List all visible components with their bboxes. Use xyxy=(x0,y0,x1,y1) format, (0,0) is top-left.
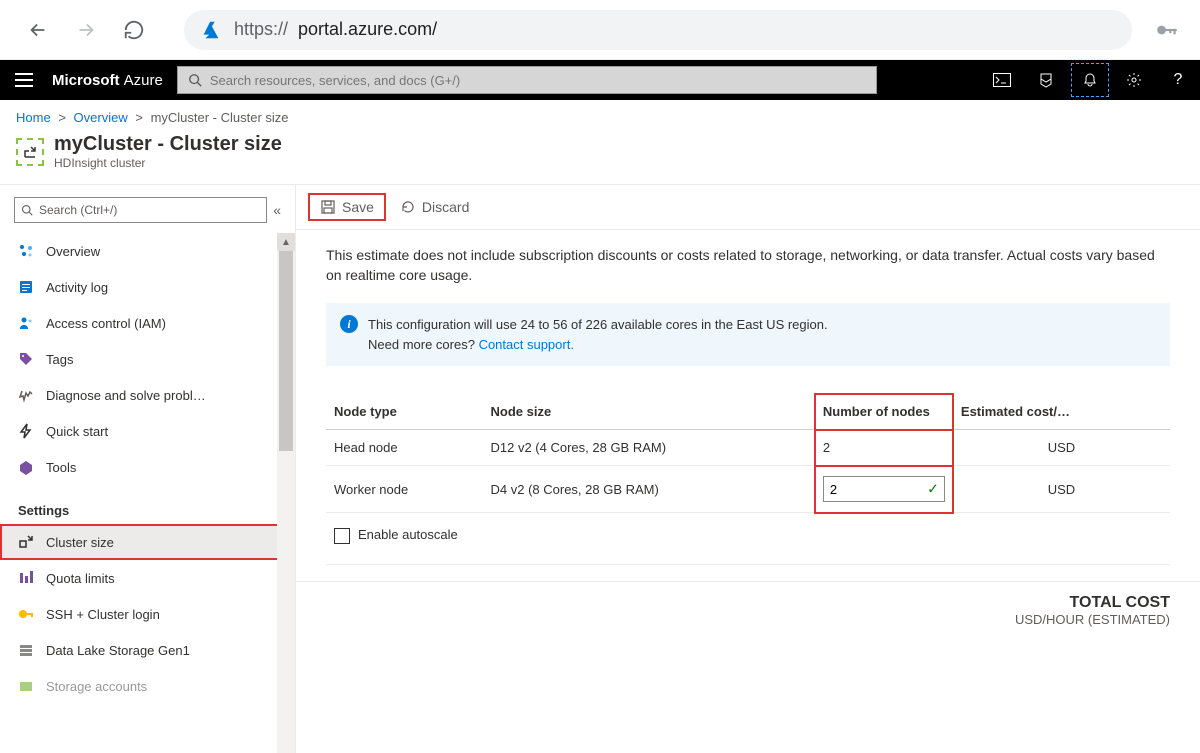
sidebar-item-quota[interactable]: Quota limits xyxy=(0,560,295,596)
checkbox-icon xyxy=(334,528,350,544)
info-line1: This configuration will use 24 to 56 of … xyxy=(368,317,828,332)
quickstart-icon xyxy=(18,423,36,439)
tags-icon xyxy=(18,351,36,367)
disclaimer-text: This estimate does not include subscript… xyxy=(326,246,1170,285)
directory-icon[interactable] xyxy=(1024,60,1068,100)
cell-nodes: 2 xyxy=(815,430,953,466)
table-row: Head node D12 v2 (4 Cores, 28 GB RAM) 2 … xyxy=(326,430,1170,466)
tools-icon xyxy=(18,459,36,475)
sidebar-item-iam[interactable]: Access control (IAM) xyxy=(0,305,295,341)
table-row: Worker node D4 v2 (8 Cores, 28 GB RAM) ✓… xyxy=(326,466,1170,513)
browser-chrome: https:// portal.azure.com/ xyxy=(0,0,1200,60)
th-node-type: Node type xyxy=(326,394,483,430)
azure-topbar: Microsoft Azure ? xyxy=(0,60,1200,100)
sidebar-item-ssh[interactable]: SSH + Cluster login xyxy=(0,596,295,632)
reload-button[interactable] xyxy=(116,12,152,48)
th-node-size: Node size xyxy=(483,394,815,430)
datalake-icon xyxy=(18,642,36,658)
help-icon[interactable]: ? xyxy=(1156,60,1200,100)
cell-node-type: Worker node xyxy=(326,466,483,513)
collapse-sidebar[interactable]: « xyxy=(273,202,281,218)
brand: Microsoft Azure xyxy=(48,72,177,89)
info-icon: i xyxy=(340,315,358,333)
cell-cost: USD xyxy=(953,466,1170,513)
back-button[interactable] xyxy=(20,12,56,48)
cell-node-size: D4 v2 (8 Cores, 28 GB RAM) xyxy=(483,466,815,513)
clustersize-icon xyxy=(18,534,36,550)
node-table: Node type Node size Number of nodes Esti… xyxy=(326,394,1170,565)
sidebar-item-quickstart[interactable]: Quick start xyxy=(0,413,295,449)
save-button[interactable]: Save xyxy=(310,195,384,219)
url-bar[interactable]: https:// portal.azure.com/ xyxy=(184,10,1132,50)
forward-button[interactable] xyxy=(68,12,104,48)
total-cost: TOTAL COST USD/HOUR (ESTIMATED) xyxy=(296,581,1200,639)
sidebar-search-placeholder: Search (Ctrl+/) xyxy=(39,203,117,217)
autoscale-row: Enable autoscale xyxy=(326,513,1170,565)
scroll-thumb[interactable] xyxy=(279,251,293,451)
total-cost-label: TOTAL COST xyxy=(326,594,1170,612)
check-icon: ✓ xyxy=(927,481,939,498)
th-number-of-nodes: Number of nodes xyxy=(815,394,953,430)
url-scheme: https:// xyxy=(234,19,288,40)
cell-nodes-editable: ✓ xyxy=(815,466,953,513)
menu-button[interactable] xyxy=(0,60,48,100)
sidebar-item-storage[interactable]: Storage accounts xyxy=(0,668,295,704)
topbar-search[interactable] xyxy=(177,66,877,94)
sidebar-item-activitylog[interactable]: Activity log xyxy=(0,269,295,305)
sidebar-search[interactable]: Search (Ctrl+/) xyxy=(14,197,267,223)
cloud-shell-icon[interactable] xyxy=(980,60,1024,100)
page-subtitle: HDInsight cluster xyxy=(54,156,282,170)
total-cost-sub: USD/HOUR (ESTIMATED) xyxy=(326,612,1170,627)
cluster-size-icon xyxy=(16,138,44,166)
breadcrumb-home[interactable]: Home xyxy=(16,110,51,125)
sidebar-item-cluster-size[interactable]: Cluster size xyxy=(0,524,295,560)
info-line2-prefix: Need more cores? xyxy=(368,337,479,352)
ssh-icon xyxy=(18,606,36,622)
settings-icon[interactable] xyxy=(1112,60,1156,100)
discard-button[interactable]: Discard xyxy=(390,195,479,219)
th-estimated-cost: Estimated cost/… xyxy=(953,394,1170,430)
sidebar-scrollbar[interactable]: ▲ xyxy=(277,233,295,753)
topbar-search-input[interactable] xyxy=(210,73,866,88)
url-host: portal.azure.com/ xyxy=(298,19,437,40)
cell-node-size: D12 v2 (4 Cores, 28 GB RAM) xyxy=(483,430,815,466)
cell-cost: USD xyxy=(953,430,1170,466)
save-icon xyxy=(320,199,336,215)
sidebar-item-overview[interactable]: Overview xyxy=(0,233,295,269)
quota-icon xyxy=(18,570,36,586)
breadcrumb: Home > Overview > myCluster - Cluster si… xyxy=(0,100,1200,131)
toolbar: Save Discard xyxy=(296,185,1200,230)
breadcrumb-current: myCluster - Cluster size xyxy=(151,110,289,125)
sidebar-item-tools[interactable]: Tools xyxy=(0,449,295,485)
sidebar: Search (Ctrl+/) « Overview Activity log … xyxy=(0,185,295,753)
sidebar-item-datalake[interactable]: Data Lake Storage Gen1 xyxy=(0,632,295,668)
page-title-row: myCluster - Cluster size HDInsight clust… xyxy=(0,131,1200,184)
overview-icon xyxy=(18,243,36,259)
iam-icon xyxy=(18,315,36,331)
sidebar-section-settings: Settings xyxy=(0,485,295,524)
scroll-up-icon[interactable]: ▲ xyxy=(277,233,295,251)
contact-support-link[interactable]: Contact support. xyxy=(479,337,574,352)
page-title: myCluster - Cluster size xyxy=(54,133,282,156)
breadcrumb-overview[interactable]: Overview xyxy=(74,110,128,125)
key-icon[interactable] xyxy=(1154,17,1180,43)
sidebar-item-diagnose[interactable]: Diagnose and solve probl… xyxy=(0,377,295,413)
info-box: i This configuration will use 24 to 56 o… xyxy=(326,303,1170,366)
diagnose-icon xyxy=(18,387,36,403)
main-panel: Save Discard This estimate does not incl… xyxy=(295,185,1200,753)
activitylog-icon xyxy=(18,279,36,295)
sidebar-item-tags[interactable]: Tags xyxy=(0,341,295,377)
notifications-icon[interactable] xyxy=(1068,60,1112,100)
enable-autoscale-checkbox[interactable]: Enable autoscale xyxy=(334,527,458,542)
cell-node-type: Head node xyxy=(326,430,483,466)
discard-icon xyxy=(400,199,416,215)
storage-icon xyxy=(18,678,36,694)
azure-logo-icon xyxy=(200,18,224,42)
